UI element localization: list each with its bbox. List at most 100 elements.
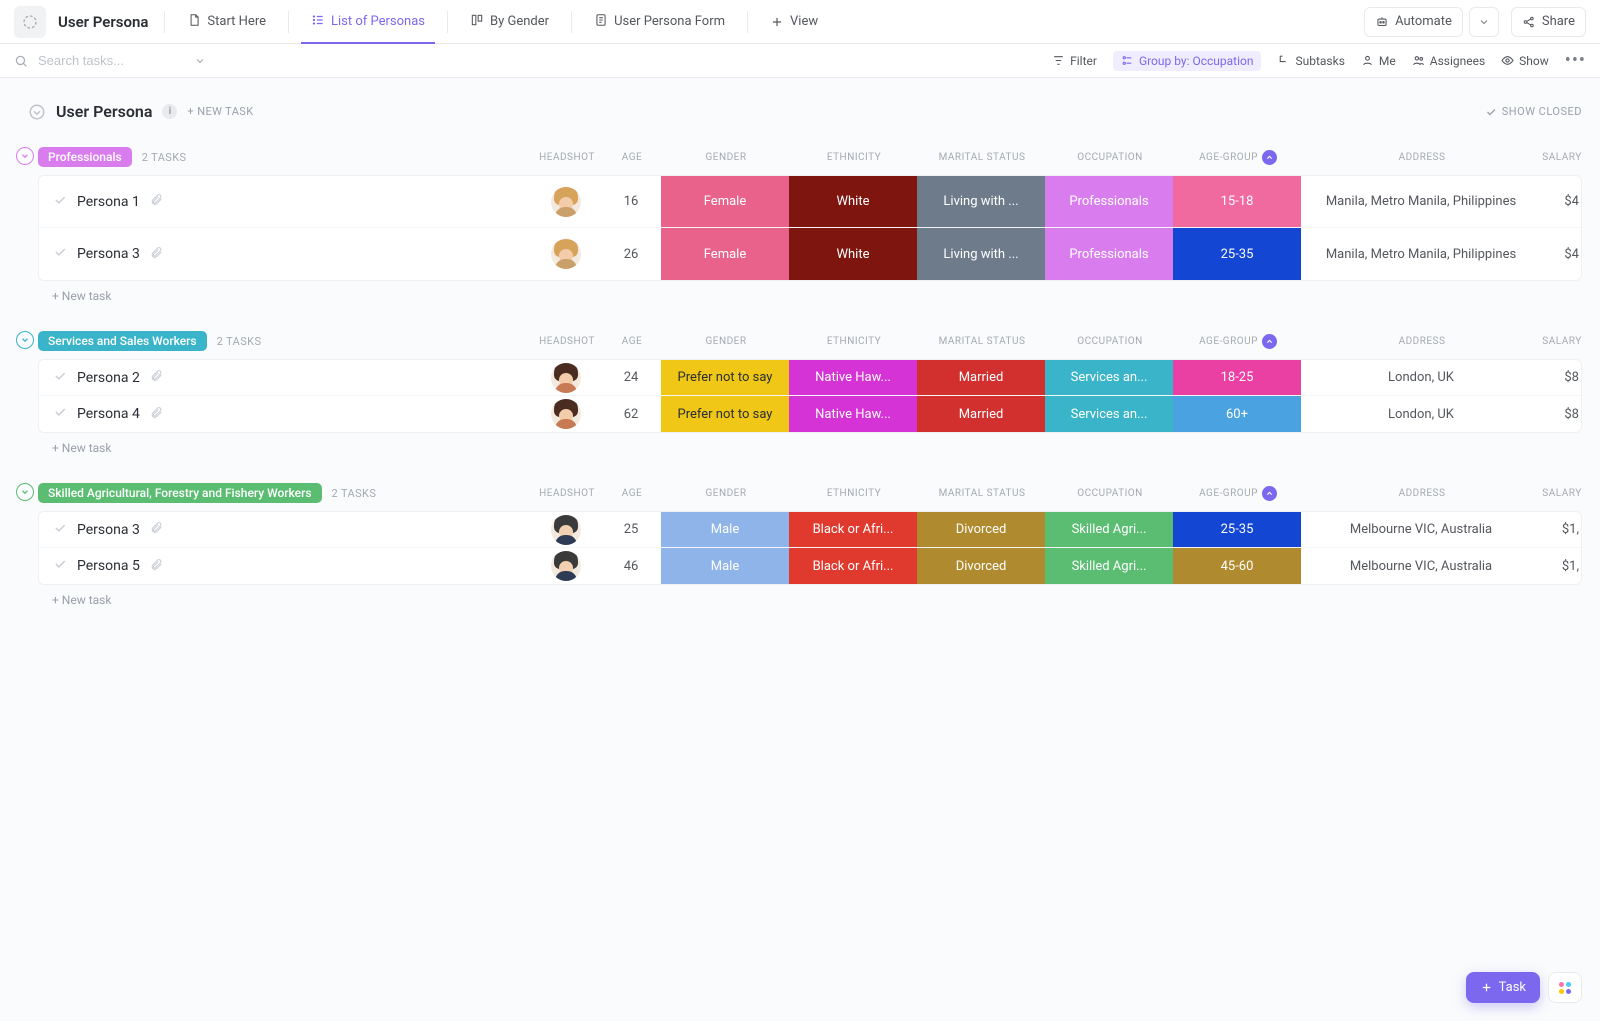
subtasks-button[interactable]: Subtasks bbox=[1277, 54, 1344, 68]
column-header[interactable]: HEADSHOT bbox=[532, 334, 602, 349]
attachment-icon[interactable] bbox=[150, 558, 163, 575]
headshot[interactable] bbox=[531, 176, 601, 227]
tag-cell[interactable]: Married bbox=[917, 360, 1045, 395]
column-header[interactable]: OCCUPATION bbox=[1046, 150, 1174, 165]
tag-cell[interactable]: Services an... bbox=[1045, 396, 1173, 432]
task-name[interactable]: Persona 1 bbox=[77, 194, 140, 210]
tag-cell[interactable]: Living with ... bbox=[917, 176, 1045, 227]
column-header[interactable]: MARITAL STATUS bbox=[918, 486, 1046, 501]
search-input[interactable] bbox=[36, 52, 186, 69]
view-tab-list-of-personas[interactable]: List of Personas bbox=[301, 0, 435, 44]
column-header[interactable]: GENDER bbox=[662, 150, 790, 165]
group-badge[interactable]: Skilled Agricultural, Forestry and Fishe… bbox=[38, 483, 322, 503]
headshot[interactable] bbox=[531, 512, 601, 547]
status-check-icon[interactable] bbox=[53, 557, 67, 575]
sort-asc-icon[interactable] bbox=[1262, 334, 1277, 349]
column-header[interactable]: GENDER bbox=[662, 334, 790, 349]
column-header[interactable]: AGE-GROUP bbox=[1174, 334, 1302, 349]
column-header[interactable]: ETHNICITY bbox=[790, 334, 918, 349]
column-header[interactable]: ETHNICITY bbox=[790, 150, 918, 165]
tag-cell[interactable]: Male bbox=[661, 512, 789, 547]
view-tab-start-here[interactable]: Start Here bbox=[177, 0, 276, 44]
group-collapse-icon[interactable] bbox=[16, 483, 34, 501]
space-icon[interactable] bbox=[14, 6, 46, 38]
tag-cell[interactable]: Professionals bbox=[1045, 176, 1173, 227]
tag-cell[interactable]: Native Haw... bbox=[789, 396, 917, 432]
column-header[interactable]: OCCUPATION bbox=[1046, 486, 1174, 501]
apps-fab[interactable] bbox=[1548, 972, 1582, 1003]
new-task-link[interactable]: + NEW TASK bbox=[187, 105, 253, 118]
tag-cell[interactable]: Native Haw... bbox=[789, 360, 917, 395]
column-header[interactable]: AGE bbox=[602, 486, 662, 501]
column-header[interactable]: MARITAL STATUS bbox=[918, 334, 1046, 349]
status-check-icon[interactable] bbox=[53, 245, 67, 263]
automate-button[interactable]: Automate bbox=[1364, 7, 1463, 37]
column-header[interactable]: ETHNICITY bbox=[790, 486, 918, 501]
tag-cell[interactable]: Skilled Agri... bbox=[1045, 512, 1173, 547]
group-badge[interactable]: Services and Sales Workers bbox=[38, 331, 207, 351]
tag-cell[interactable]: White bbox=[789, 176, 917, 227]
tag-cell[interactable]: 18-25 bbox=[1173, 360, 1301, 395]
add-view-button[interactable]: View bbox=[760, 0, 828, 44]
tag-cell[interactable]: Female bbox=[661, 176, 789, 227]
view-tab-user-persona-form[interactable]: User Persona Form bbox=[584, 0, 735, 44]
more-icon[interactable]: ••• bbox=[1565, 50, 1586, 71]
assignees-button[interactable]: Assignees bbox=[1412, 54, 1485, 68]
new-task-row[interactable]: + New task bbox=[38, 433, 1582, 463]
tag-cell[interactable]: 45-60 bbox=[1173, 548, 1301, 584]
status-check-icon[interactable] bbox=[53, 405, 67, 423]
column-header[interactable]: AGE bbox=[602, 334, 662, 349]
task-name[interactable]: Persona 3 bbox=[77, 246, 140, 262]
new-task-row[interactable]: + New task bbox=[38, 585, 1582, 615]
tag-cell[interactable]: Divorced bbox=[917, 512, 1045, 547]
tag-cell[interactable]: 15-18 bbox=[1173, 176, 1301, 227]
status-check-icon[interactable] bbox=[53, 521, 67, 539]
column-header[interactable]: ADDRESS bbox=[1302, 334, 1542, 349]
column-header[interactable]: HEADSHOT bbox=[532, 150, 602, 165]
filter-button[interactable]: Filter bbox=[1052, 54, 1097, 68]
column-header[interactable]: HEADSHOT bbox=[532, 486, 602, 501]
column-header[interactable]: ADDRESS bbox=[1302, 486, 1542, 501]
group-by-button[interactable]: Group by: Occupation bbox=[1113, 51, 1262, 71]
column-header[interactable]: SALARY bbox=[1542, 486, 1582, 501]
headshot[interactable] bbox=[531, 360, 601, 395]
task-name[interactable]: Persona 3 bbox=[77, 522, 140, 538]
tag-cell[interactable]: Black or Afri... bbox=[789, 512, 917, 547]
attachment-icon[interactable] bbox=[150, 193, 163, 210]
group-badge[interactable]: Professionals bbox=[38, 147, 132, 167]
automate-dropdown[interactable] bbox=[1469, 7, 1499, 37]
table-row[interactable]: Persona 1 16 FemaleWhiteLiving with ...P… bbox=[39, 176, 1581, 228]
tag-cell[interactable]: Prefer not to say bbox=[661, 360, 789, 395]
column-header[interactable]: AGE-GROUP bbox=[1174, 150, 1302, 165]
column-header[interactable]: SALARY bbox=[1542, 334, 1582, 349]
tag-cell[interactable]: Married bbox=[917, 396, 1045, 432]
column-header[interactable]: OCCUPATION bbox=[1046, 334, 1174, 349]
tag-cell[interactable]: 60+ bbox=[1173, 396, 1301, 432]
tag-cell[interactable]: Divorced bbox=[917, 548, 1045, 584]
tag-cell[interactable]: Prefer not to say bbox=[661, 396, 789, 432]
sort-asc-icon[interactable] bbox=[1262, 150, 1277, 165]
tag-cell[interactable]: 25-35 bbox=[1173, 228, 1301, 280]
search-box[interactable] bbox=[14, 52, 214, 69]
task-name[interactable]: Persona 4 bbox=[77, 406, 140, 422]
column-header[interactable]: SALARY bbox=[1542, 150, 1582, 165]
tag-cell[interactable]: Black or Afri... bbox=[789, 548, 917, 584]
view-tab-by-gender[interactable]: By Gender bbox=[460, 0, 559, 44]
attachment-icon[interactable] bbox=[150, 521, 163, 538]
info-icon[interactable]: i bbox=[162, 104, 177, 119]
headshot[interactable] bbox=[531, 396, 601, 432]
show-button[interactable]: Show bbox=[1501, 54, 1549, 68]
tag-cell[interactable]: Services an... bbox=[1045, 360, 1173, 395]
column-header[interactable]: AGE-GROUP bbox=[1174, 486, 1302, 501]
table-row[interactable]: Persona 2 24 Prefer not to sayNative Haw… bbox=[39, 360, 1581, 396]
table-row[interactable]: Persona 3 25 MaleBlack or Afri...Divorce… bbox=[39, 512, 1581, 548]
tag-cell[interactable]: Professionals bbox=[1045, 228, 1173, 280]
group-collapse-icon[interactable] bbox=[16, 147, 34, 165]
tag-cell[interactable]: Skilled Agri... bbox=[1045, 548, 1173, 584]
headshot[interactable] bbox=[531, 228, 601, 280]
column-header[interactable]: GENDER bbox=[662, 486, 790, 501]
task-name[interactable]: Persona 5 bbox=[77, 558, 140, 574]
show-closed-button[interactable]: SHOW CLOSED bbox=[1485, 105, 1582, 118]
tag-cell[interactable]: 25-35 bbox=[1173, 512, 1301, 547]
attachment-icon[interactable] bbox=[150, 369, 163, 386]
